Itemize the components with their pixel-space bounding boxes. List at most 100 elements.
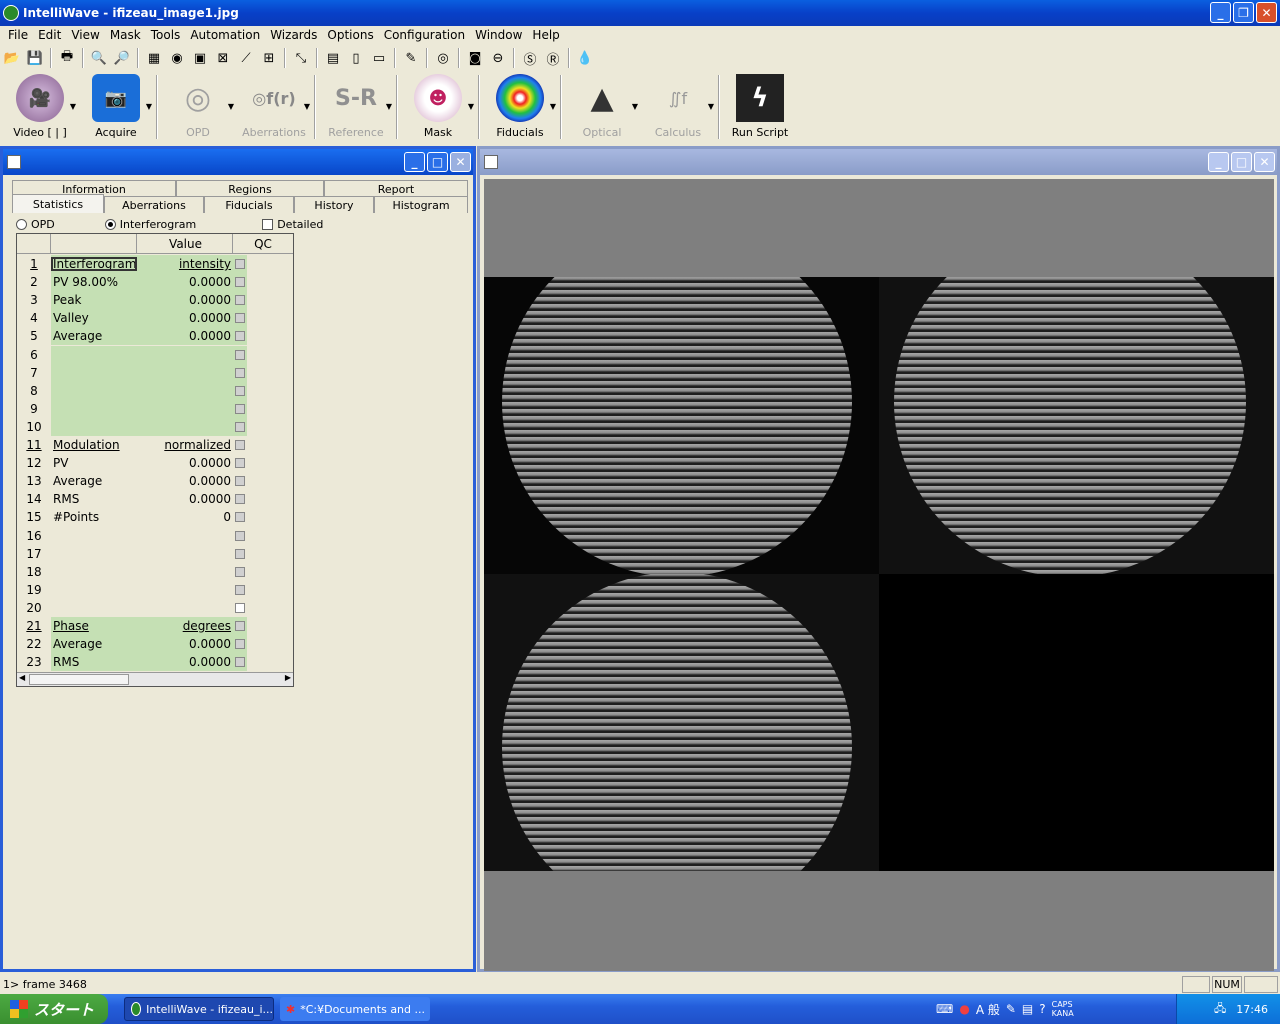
qc-checkbox[interactable]: [233, 602, 247, 613]
row-value[interactable]: 0.0000: [137, 329, 233, 343]
row-name[interactable]: Phase: [51, 619, 137, 633]
row-name[interactable]: #Points: [51, 510, 137, 524]
xy-icon[interactable]: ⊠: [213, 48, 233, 68]
qc-checkbox[interactable]: [233, 494, 247, 505]
image-document-icon[interactable]: [484, 155, 498, 169]
tab-statistics[interactable]: Statistics: [12, 194, 104, 213]
video-button[interactable]: 🎥 Video [ | ] ▼: [2, 72, 78, 142]
child-minimize-button[interactable]: _: [404, 152, 425, 172]
menu-configuration[interactable]: Configuration: [380, 28, 469, 42]
menu-mask[interactable]: Mask: [106, 28, 145, 42]
qc-checkbox[interactable]: [233, 421, 247, 432]
print-icon[interactable]: 🖶: [57, 48, 77, 68]
scroll-thumb[interactable]: [29, 674, 129, 685]
detailed-checkbox[interactable]: Detailed: [262, 218, 323, 231]
minimize-button[interactable]: _: [1210, 2, 1231, 23]
qc-checkbox-box[interactable]: [235, 403, 245, 414]
opd-radio[interactable]: OPD: [16, 218, 55, 231]
qc-checkbox[interactable]: [233, 584, 247, 595]
child-maximize-button[interactable]: □: [427, 152, 448, 172]
contour-icon[interactable]: ◉: [167, 48, 187, 68]
table-row[interactable]: 11 Modulation normalized: [17, 436, 293, 454]
row-name[interactable]: PV: [51, 456, 137, 470]
table-row[interactable]: 12 PV 0.0000: [17, 454, 293, 472]
optical-button[interactable]: ▲ Optical ▼: [564, 72, 640, 142]
qc-checkbox[interactable]: [233, 657, 247, 668]
aberrations-button[interactable]: ◎f(r) Aberrations ▼: [236, 72, 312, 142]
qc-checkbox[interactable]: [233, 548, 247, 559]
qc-checkbox[interactable]: [233, 476, 247, 487]
qc-checkbox-box[interactable]: [235, 494, 245, 505]
qc-checkbox-box[interactable]: [235, 295, 245, 306]
menu-view[interactable]: View: [67, 28, 103, 42]
row-value[interactable]: 0.0000: [137, 474, 233, 488]
detailed-checkbox-box[interactable]: [262, 219, 274, 230]
grid-view-icon[interactable]: ▣: [190, 48, 210, 68]
qc-checkbox-box[interactable]: [235, 385, 245, 396]
qc-checkbox-box[interactable]: [235, 530, 245, 541]
table-row[interactable]: 6: [17, 345, 293, 364]
qc-checkbox[interactable]: [233, 621, 247, 631]
ime-tools-icon[interactable]: ✎: [1006, 1002, 1016, 1016]
qc-checkbox[interactable]: [233, 277, 247, 288]
row-name[interactable]: PV 98.00%: [51, 275, 137, 289]
document-icon[interactable]: ▯: [346, 48, 366, 68]
qc-checkbox-box[interactable]: [235, 277, 245, 288]
row-name[interactable]: Modulation: [51, 438, 137, 452]
child-close-button[interactable]: ✕: [450, 152, 471, 172]
scroll-right-icon[interactable]: ▶: [285, 673, 291, 682]
qc-checkbox-box[interactable]: [235, 421, 245, 432]
ime-mode[interactable]: A 般: [976, 1001, 1000, 1018]
interferogram-radio[interactable]: Interferogram: [104, 218, 196, 231]
qc-checkbox-box[interactable]: [235, 566, 245, 577]
video-dropdown-icon[interactable]: ▼: [70, 102, 76, 111]
target-icon[interactable]: ◎: [433, 48, 453, 68]
open-folder-icon[interactable]: 📂: [2, 48, 22, 68]
save-icon[interactable]: 💾: [25, 48, 45, 68]
qc-checkbox[interactable]: [233, 259, 247, 269]
image-window-titlebar[interactable]: _ □ ✕: [480, 149, 1277, 175]
table-row[interactable]: 17: [17, 545, 293, 563]
page-icon[interactable]: ▭: [369, 48, 389, 68]
qc-checkbox[interactable]: [233, 530, 247, 541]
eye-icon[interactable]: ⊖: [488, 48, 508, 68]
calculus-dropdown-icon[interactable]: ▼: [708, 102, 714, 111]
qc-checkbox-box[interactable]: [235, 313, 245, 324]
slope-icon[interactable]: ⟋: [236, 48, 256, 68]
row-value[interactable]: normalized: [137, 438, 233, 452]
menu-tools[interactable]: Tools: [147, 28, 185, 42]
table-row[interactable]: 20: [17, 599, 293, 617]
qc-checkbox-box[interactable]: [235, 657, 245, 668]
table-row[interactable]: 1 Interferogram intensity: [17, 255, 293, 273]
qc-checkbox[interactable]: [233, 313, 247, 324]
keyboard-icon[interactable]: ⌨: [936, 1002, 953, 1016]
table-row[interactable]: 3 Peak 0.0000: [17, 291, 293, 310]
row-value[interactable]: 0.0000: [137, 655, 233, 669]
row-name[interactable]: Valley: [51, 311, 137, 325]
table-row[interactable]: 21 Phase degrees: [17, 617, 293, 635]
opd-radio-circle[interactable]: [16, 219, 27, 230]
qc-checkbox[interactable]: [233, 331, 247, 342]
document-window-icon[interactable]: [7, 155, 21, 169]
run-script-button[interactable]: ϟ Run Script: [722, 72, 798, 142]
table-row[interactable]: 22 Average 0.0000: [17, 635, 293, 654]
qc-checkbox[interactable]: [233, 403, 247, 414]
menu-wizards[interactable]: Wizards: [266, 28, 321, 42]
clock[interactable]: 17:46: [1236, 1003, 1268, 1016]
qc-checkbox-box[interactable]: [235, 639, 245, 650]
xyz-icon[interactable]: ⊞: [259, 48, 279, 68]
aberrations-dropdown-icon[interactable]: ▼: [304, 102, 310, 111]
qc-checkbox-box[interactable]: [235, 458, 245, 469]
table-row[interactable]: 16: [17, 527, 293, 545]
table-row[interactable]: 8: [17, 381, 293, 400]
optical-dropdown-icon[interactable]: ▼: [632, 102, 638, 111]
reference-dropdown-icon[interactable]: ▼: [386, 102, 392, 111]
tab-aberrations[interactable]: Aberrations: [104, 196, 204, 213]
image-minimize-button[interactable]: _: [1208, 152, 1229, 172]
tab-history[interactable]: History: [294, 196, 374, 213]
qc-checkbox-box[interactable]: [235, 367, 245, 378]
ime-dictionary-icon[interactable]: ▤: [1022, 1002, 1033, 1016]
row-value[interactable]: 0.0000: [137, 456, 233, 470]
menu-edit[interactable]: Edit: [34, 28, 65, 42]
horizontal-scrollbar[interactable]: ◀ ▶: [17, 672, 293, 686]
